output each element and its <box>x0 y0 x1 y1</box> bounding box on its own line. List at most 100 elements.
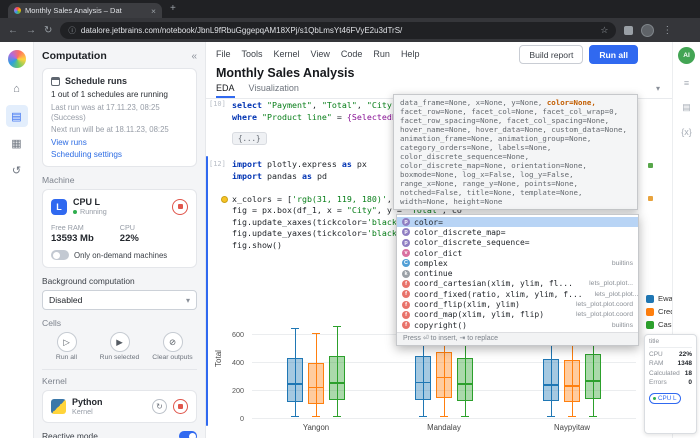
autocomplete-item[interactable]: fcopyright()builtins <box>397 320 638 330</box>
autocomplete-item[interactable]: fcoord_map(xlim, ylim, flip)lets_plot.pl… <box>397 310 638 320</box>
whisker-cap <box>419 416 427 417</box>
box <box>564 360 580 402</box>
sheets-chevron-icon[interactable]: ▾ <box>656 84 660 93</box>
autocomplete-item[interactable]: Ccomplexbuiltins <box>397 258 638 268</box>
cell-index: [10] <box>209 100 226 108</box>
browser-profile-avatar[interactable] <box>641 24 654 37</box>
background-computation-select[interactable]: Disabled ▾ <box>42 290 197 310</box>
intention-bulb-icon[interactable] <box>221 196 228 203</box>
clear-outputs-icon: ⊘ <box>163 332 183 352</box>
new-tab-button[interactable]: + <box>170 3 176 14</box>
machine-section-label: Machine <box>42 175 197 185</box>
whisker-cap <box>333 416 341 417</box>
back-icon[interactable]: ← <box>8 25 18 36</box>
parameter-info-popup: data_frame=None, x=None, y=None, color=N… <box>393 94 638 210</box>
address-bar[interactable]: ⓘ datalore.jetbrains.com/notebook/JbnL9f… <box>60 22 616 39</box>
clear-outputs-button[interactable]: ⊘Clear outputs <box>148 332 197 361</box>
box-median <box>585 380 601 382</box>
home-icon[interactable]: ⌂ <box>6 78 28 100</box>
box <box>329 356 345 401</box>
interrupt-kernel-button[interactable] <box>173 399 188 414</box>
collapsed-output-chip[interactable]: {...} <box>232 132 267 145</box>
reactive-mode-toggle[interactable] <box>179 431 197 438</box>
kernel-sub-label: Kernel <box>72 407 146 416</box>
data-icon[interactable]: ▦ <box>6 132 28 154</box>
metric-row: RAM1348 <box>649 360 692 367</box>
rail-icons: ⌂ ▤ ▦ ↺ <box>0 78 33 181</box>
datalore-logo[interactable] <box>8 50 26 68</box>
app-rail: ⌂ ▤ ▦ ↺ <box>0 42 34 438</box>
site-info-icon[interactable]: ⓘ <box>68 25 76 36</box>
attached-files-icon[interactable]: ▤ <box>682 102 691 113</box>
menu-code[interactable]: Code <box>341 49 363 59</box>
run-all-icon: ▷ <box>57 332 77 352</box>
machine-status: Running <box>80 207 107 216</box>
box-median <box>415 382 431 384</box>
function-icon: f <box>402 321 410 329</box>
tab-close-icon[interactable]: × <box>151 6 156 16</box>
warning-marker[interactable] <box>648 196 653 201</box>
machine-chip[interactable]: CPU L <box>649 393 681 404</box>
code-line: animation_frame=None, animation_group=No… <box>400 134 631 143</box>
browser-menu-icon[interactable]: ⋮ <box>662 25 672 36</box>
menu-run[interactable]: Run <box>373 49 390 59</box>
function-icon: f <box>402 280 410 288</box>
whisker-cap <box>312 416 320 417</box>
view-runs-link[interactable]: View runs <box>51 138 188 147</box>
menu-tools[interactable]: Tools <box>242 49 263 59</box>
calendar-icon <box>51 77 60 86</box>
metrics-rows: CPU22%RAM1348Calculated18Errors0 <box>649 351 692 387</box>
browser-tab[interactable]: Monthly Sales Analysis – Dat × <box>8 3 162 18</box>
autocomplete-item[interactable]: fcoord_flip(xlim, ylim)lets_plot.plot.co… <box>397 299 638 309</box>
forward-icon[interactable]: → <box>26 25 36 36</box>
code-line: color_discrete_sequence=None, <box>400 152 631 161</box>
browser-toolbar: ← → ↻ ⓘ datalore.jetbrains.com/notebook/… <box>0 18 700 42</box>
extensions-icon[interactable] <box>624 26 633 35</box>
reactive-mode-label: Reactive mode <box>42 431 98 438</box>
autocomplete-item[interactable]: pcolor_discrete_map= <box>397 227 638 237</box>
menu-help[interactable]: Help <box>401 49 420 59</box>
tab-visualization[interactable]: Visualization <box>249 83 299 98</box>
autocomplete-item[interactable]: kcontinue <box>397 268 638 278</box>
autocomplete-item[interactable]: pcolor= <box>397 217 638 227</box>
whisker-cap <box>440 416 448 417</box>
right-rail-icons: ≡ ▤ {x} <box>673 78 700 137</box>
autocomplete-hint: Press ⏎ to insert, ⇥ to replace <box>397 332 638 345</box>
whisker-cap <box>333 326 341 327</box>
restart-kernel-button[interactable]: ↻ <box>152 399 167 414</box>
machine-size-badge: L <box>51 199 67 215</box>
background-computation-label: Background computation <box>42 276 197 286</box>
inspections-ok-marker[interactable] <box>648 163 653 168</box>
run-selected-button[interactable]: ▶Run selected <box>95 332 144 361</box>
box-median <box>564 385 580 387</box>
menu-view[interactable]: View <box>311 49 330 59</box>
user-avatar[interactable]: AI <box>678 47 695 64</box>
toc-icon[interactable]: ≡ <box>684 78 689 88</box>
menu-kernel[interactable]: Kernel <box>274 49 300 59</box>
history-icon[interactable]: ↺ <box>6 159 28 181</box>
box-median <box>329 382 345 384</box>
url-text: datalore.jetbrains.com/notebook/JbnL9fRb… <box>81 26 595 35</box>
reload-icon[interactable]: ↻ <box>44 25 52 36</box>
legend-swatch <box>646 321 654 329</box>
cells-section-label: Cells <box>42 318 197 328</box>
bookmark-icon[interactable]: ☆ <box>600 25 608 36</box>
stop-machine-button[interactable] <box>172 199 188 215</box>
build-report-button[interactable]: Build report <box>519 45 583 64</box>
kernel-card: Python Kernel ↻ <box>42 390 197 423</box>
autocomplete-item[interactable]: fcoord_fixed(ratio, xlim, ylim, f...lets… <box>397 289 638 299</box>
run-all-button[interactable]: ▷Run all <box>42 332 91 361</box>
notebooks-icon[interactable]: ▤ <box>6 105 28 127</box>
on-demand-toggle[interactable] <box>51 250 69 260</box>
code-line: color_discrete_map=None, orientation=Non… <box>400 161 631 170</box>
scheduling-settings-link[interactable]: Scheduling settings <box>51 150 188 159</box>
tab-eda[interactable]: EDA <box>216 83 235 98</box>
menu-file[interactable]: File <box>216 49 231 59</box>
collapse-panel-icon[interactable]: « <box>191 51 197 62</box>
variables-icon[interactable]: {x} <box>681 127 692 137</box>
autocomplete-item[interactable]: vcolor_dict <box>397 248 638 258</box>
function-icon: f <box>402 311 410 319</box>
autocomplete-item[interactable]: pcolor_discrete_sequence= <box>397 238 638 248</box>
run-all-button[interactable]: Run all <box>589 45 638 64</box>
autocomplete-item[interactable]: fcoord_cartesian(xlim, ylim, fl...lets_p… <box>397 279 638 289</box>
